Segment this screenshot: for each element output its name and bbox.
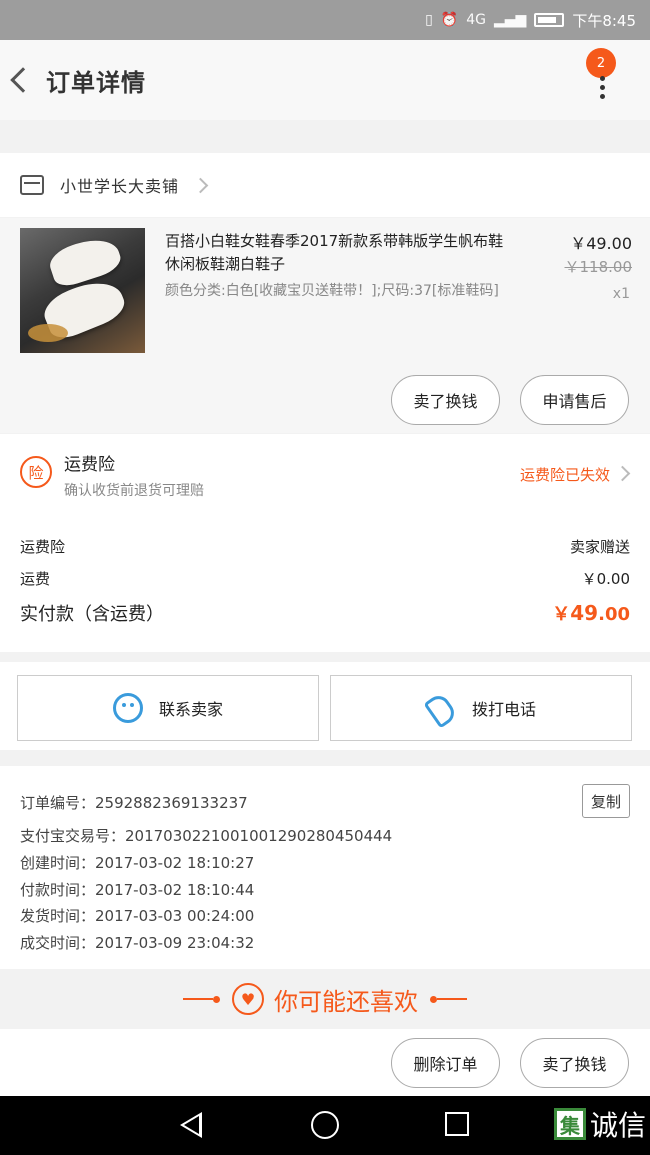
insurance-row[interactable]: 险 运费险 确认收货前退货可理赔 运费险已失效 bbox=[0, 434, 650, 522]
sell-button[interactable]: 卖了换钱 bbox=[391, 375, 500, 425]
fee-label: 运费 bbox=[20, 570, 51, 588]
insurance-title: 运费险 bbox=[64, 455, 115, 475]
product-item[interactable]: 百搭小白鞋女鞋春季2017新款系带韩版学生帆布鞋休闲板鞋潮白鞋子 颜色分类:白色… bbox=[0, 218, 650, 433]
alarm-icon: ⏰ bbox=[440, 12, 459, 28]
system-nav-bar: 集 诚信 bbox=[0, 1096, 650, 1155]
shoe-shape bbox=[45, 232, 125, 290]
system-home-icon[interactable] bbox=[311, 1111, 339, 1139]
product-image[interactable] bbox=[20, 228, 145, 353]
watermark-text: 诚信 bbox=[589, 1109, 646, 1142]
fee-row: 运费险 卖家赠送 bbox=[20, 536, 630, 557]
contact-section: 联系卖家 拨打电话 bbox=[0, 662, 650, 750]
alipay-trade-number: 支付宝交易号：2017030221001001290280450444 bbox=[20, 827, 393, 845]
product-title: 百搭小白鞋女鞋春季2017新款系带韩版学生帆布鞋休闲板鞋潮白鞋子 bbox=[165, 232, 504, 273]
created-time: 创建时间：2017-03-02 18:10:27 bbox=[20, 854, 255, 872]
divider-line bbox=[183, 998, 213, 1000]
copy-button[interactable]: 复制 bbox=[582, 784, 630, 818]
order-info-section: 订单编号：2592882369133237 复制 支付宝交易号：20170302… bbox=[0, 766, 650, 969]
back-icon[interactable] bbox=[10, 67, 36, 93]
system-back-icon[interactable] bbox=[180, 1112, 202, 1138]
status-bar: ▯ ⏰ 4G ▂▄▆ 下午8:45 bbox=[0, 0, 650, 40]
shop-row[interactable]: 小世学长大卖铺 bbox=[0, 153, 650, 217]
watermark-mark: 集 bbox=[553, 1108, 586, 1140]
sell-button-bottom[interactable]: 卖了换钱 bbox=[520, 1038, 629, 1088]
fee-value: 卖家赠送 bbox=[569, 538, 630, 556]
nav-bar: 订单详情 2 bbox=[0, 40, 650, 120]
divider-line bbox=[437, 998, 467, 1000]
vibrate-icon: ▯ bbox=[425, 12, 433, 28]
lace-shape bbox=[28, 324, 68, 342]
total-decimal: .00 bbox=[598, 604, 630, 625]
fee-label: 运费险 bbox=[20, 538, 66, 556]
watermark-logo: 集 诚信 bbox=[553, 1104, 646, 1144]
network-label: 4G bbox=[466, 12, 486, 28]
recommend-title: 你可能还喜欢 bbox=[274, 987, 418, 1016]
fee-row: 运费 ￥0.00 bbox=[20, 568, 630, 589]
system-recents-icon[interactable] bbox=[445, 1112, 469, 1136]
phone-icon bbox=[426, 693, 456, 723]
insurance-status: 运费险已失效 bbox=[519, 466, 610, 484]
shipped-time: 发货时间：2017-03-03 00:24:00 bbox=[20, 907, 255, 925]
product-quantity: x1 bbox=[612, 286, 630, 302]
after-sale-button[interactable]: 申请售后 bbox=[520, 375, 629, 425]
status-time: 下午8:45 bbox=[572, 11, 636, 30]
recommend-header: ♥ 你可能还喜欢 bbox=[0, 969, 650, 1029]
more-icon bbox=[600, 76, 605, 81]
total-currency: ￥ bbox=[552, 604, 571, 625]
notification-badge: 2 bbox=[586, 48, 616, 78]
delete-order-button[interactable]: 删除订单 bbox=[391, 1038, 500, 1088]
total-row: 实付款（含运费） ￥49.00 bbox=[20, 600, 630, 626]
battery-icon bbox=[534, 13, 565, 27]
fees-section: 运费险 卖家赠送 运费 ￥0.00 实付款（含运费） ￥49.00 bbox=[0, 522, 650, 652]
call-phone-label: 拨打电话 bbox=[471, 700, 536, 719]
insurance-icon: 险 bbox=[20, 456, 52, 488]
total-label: 实付款（含运费） bbox=[20, 604, 164, 625]
total-value: ￥49.00 bbox=[552, 600, 630, 626]
call-phone-button[interactable]: 拨打电话 bbox=[330, 675, 632, 741]
insurance-subtitle: 确认收货前退货可理赔 bbox=[64, 483, 204, 499]
total-integer: 49 bbox=[570, 601, 599, 625]
fee-value: ￥0.00 bbox=[581, 570, 630, 588]
order-number: 订单编号：2592882369133237 bbox=[20, 794, 248, 812]
shop-icon bbox=[20, 175, 44, 195]
contact-seller-label: 联系卖家 bbox=[158, 700, 223, 719]
chat-icon bbox=[112, 693, 143, 723]
heart-icon: ♥ bbox=[232, 983, 264, 1015]
product-price: ￥49.00 bbox=[570, 234, 632, 253]
product-sku: 颜色分类:白色[收藏宝贝送鞋带！];尺码:37[标准鞋码] bbox=[165, 283, 499, 299]
signal-icon: ▂▄▆ bbox=[494, 12, 527, 28]
paid-time: 付款时间：2017-03-02 18:10:44 bbox=[20, 881, 255, 899]
completed-time: 成交时间：2017-03-09 23:04:32 bbox=[20, 934, 255, 952]
original-price: ￥118.00 bbox=[564, 258, 633, 276]
contact-seller-button[interactable]: 联系卖家 bbox=[17, 675, 319, 741]
chevron-right-icon bbox=[614, 465, 631, 482]
shop-name: 小世学长大卖铺 bbox=[60, 177, 180, 196]
divider-dot bbox=[213, 995, 220, 1003]
divider-dot bbox=[430, 995, 437, 1003]
page-title: 订单详情 bbox=[46, 68, 146, 97]
more-button[interactable]: 2 bbox=[586, 48, 620, 104]
bottom-action-bar: 删除订单 卖了换钱 bbox=[0, 1029, 650, 1096]
chevron-right-icon bbox=[192, 177, 209, 193]
